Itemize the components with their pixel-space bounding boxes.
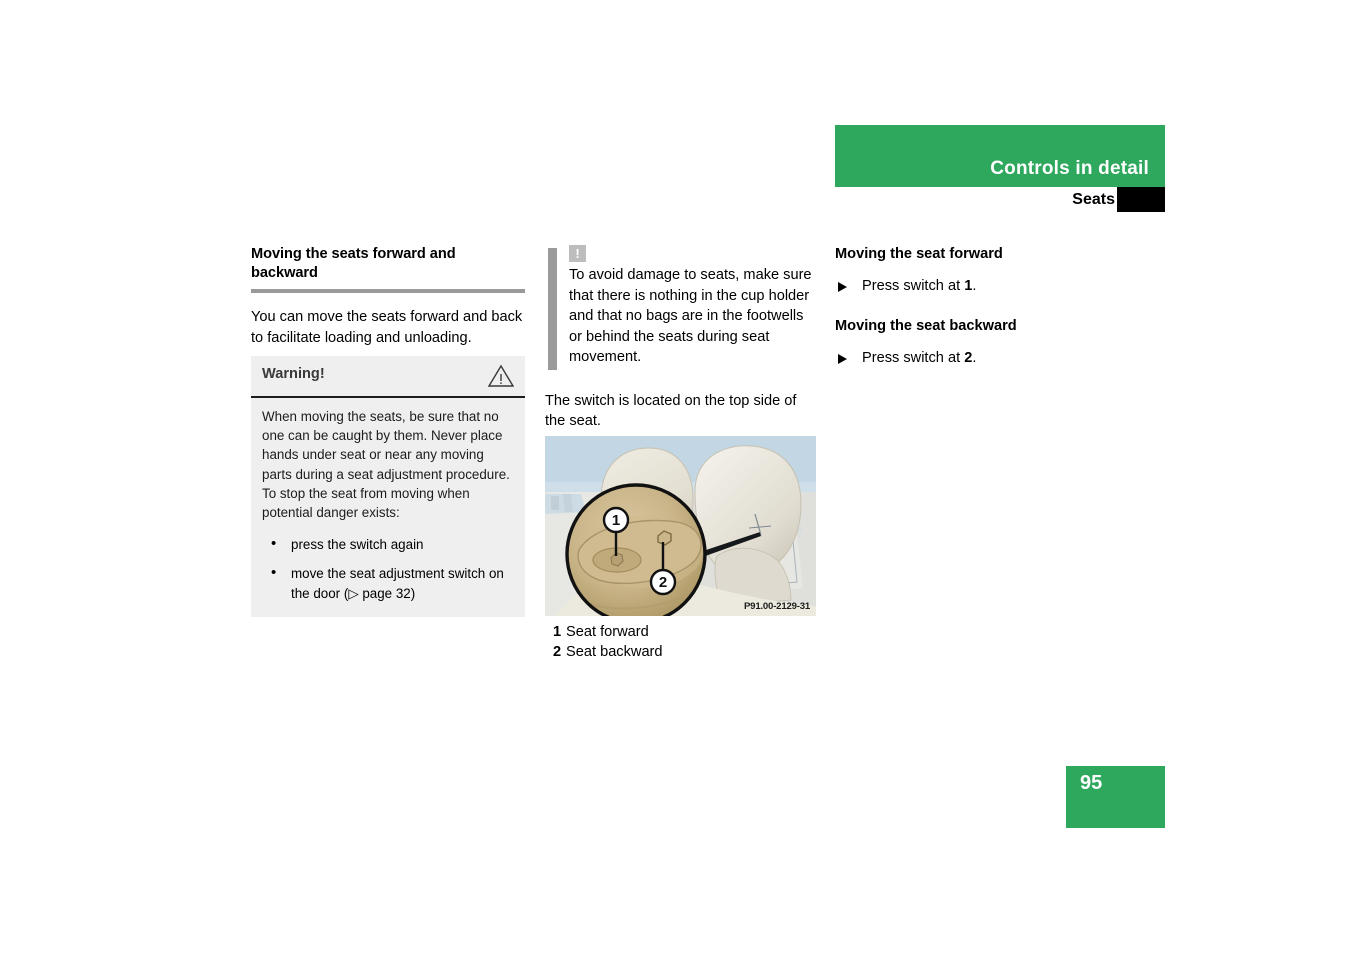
section-title-rule [251, 289, 525, 293]
note-text: To avoid damage to seats, make sure that… [569, 267, 812, 365]
bullet-glyph: • [271, 535, 277, 553]
step-press-switch-1: Press switch at 1. [835, 276, 1115, 297]
column-center: ! To avoid damage to seats, make sure th… [545, 245, 819, 446]
section-title-seat-forward: Moving the seat forward [835, 246, 1003, 262]
warning-body: When moving the seats, be sure that no o… [251, 398, 525, 617]
step-text-suffix: . [972, 349, 977, 366]
figure-image-code: P91.00-2129-31 [743, 601, 810, 612]
legend-number: 1 [553, 624, 562, 640]
page-header-banner: Controls in detail [835, 125, 1165, 187]
list-item: • press the switch again [262, 535, 513, 554]
step-press-switch-2: Press switch at 2. [835, 348, 1115, 369]
page-number: 95 [1080, 772, 1103, 794]
step-text-prefix: Press switch at [862, 349, 965, 366]
step-text-prefix: Press switch at [862, 278, 965, 294]
warning-bullet-list: • press the switch again • move the seat… [262, 535, 513, 603]
column-right: Moving the seat forward Press switch at … [835, 245, 1115, 368]
note-box: ! To avoid damage to seats, make sure th… [545, 245, 819, 370]
warning-triangle-icon [488, 364, 514, 387]
page-header-subrow: Seats [835, 187, 1165, 212]
step-triangle-icon [838, 353, 847, 364]
warning-label: Warning! [262, 366, 325, 382]
warning-header: Warning! [251, 356, 525, 398]
page-header-subtitle: Seats [1072, 191, 1115, 208]
page-header-title: Controls in detail [990, 158, 1149, 179]
seat-photo-illustration: 1 2 [545, 436, 816, 616]
chapter-thumb-tab [1117, 187, 1165, 212]
intro-paragraph: You can move the seats forward and back … [251, 309, 523, 346]
section-title-seat-backward: Moving the seat backward [835, 317, 1017, 334]
note-accent-bar [548, 248, 557, 370]
figure-legend: 1 Seat forward 2 Seat backward [553, 622, 813, 662]
legend-number: 2 [553, 644, 562, 660]
legend-label: Seat backward [566, 644, 663, 660]
exclamation-icon: ! [569, 245, 586, 262]
list-item: 2 Seat backward [553, 642, 813, 662]
list-item: • move the seat adjustment switch on the… [262, 564, 513, 602]
section-title-moving-seats: Moving the seats forward and backward [251, 246, 456, 281]
figure-callout-1: 1 [612, 512, 620, 529]
step-triangle-icon [838, 282, 847, 292]
list-item-label: press the switch again [291, 537, 424, 553]
warning-text: When moving the seats, be sure that no o… [262, 409, 510, 521]
legend-label: Seat forward [566, 624, 649, 640]
seat-switch-figure: 1 2 P91.00-2129-31 [545, 436, 816, 616]
warning-box: Warning! When moving the seats, be sure … [251, 356, 525, 617]
step-text-suffix: . [972, 278, 977, 294]
list-item-label: move the seat adjustment switch on the d… [291, 566, 504, 601]
figure-callout-2: 2 [659, 574, 667, 591]
page-number-box: 95 [1066, 766, 1165, 828]
list-item: 1 Seat forward [553, 622, 813, 642]
bullet-glyph: • [271, 564, 277, 582]
column-left: Moving the seats forward and backward Yo… [251, 245, 525, 348]
switch-location-paragraph: The switch is located on the top side of… [545, 392, 797, 430]
